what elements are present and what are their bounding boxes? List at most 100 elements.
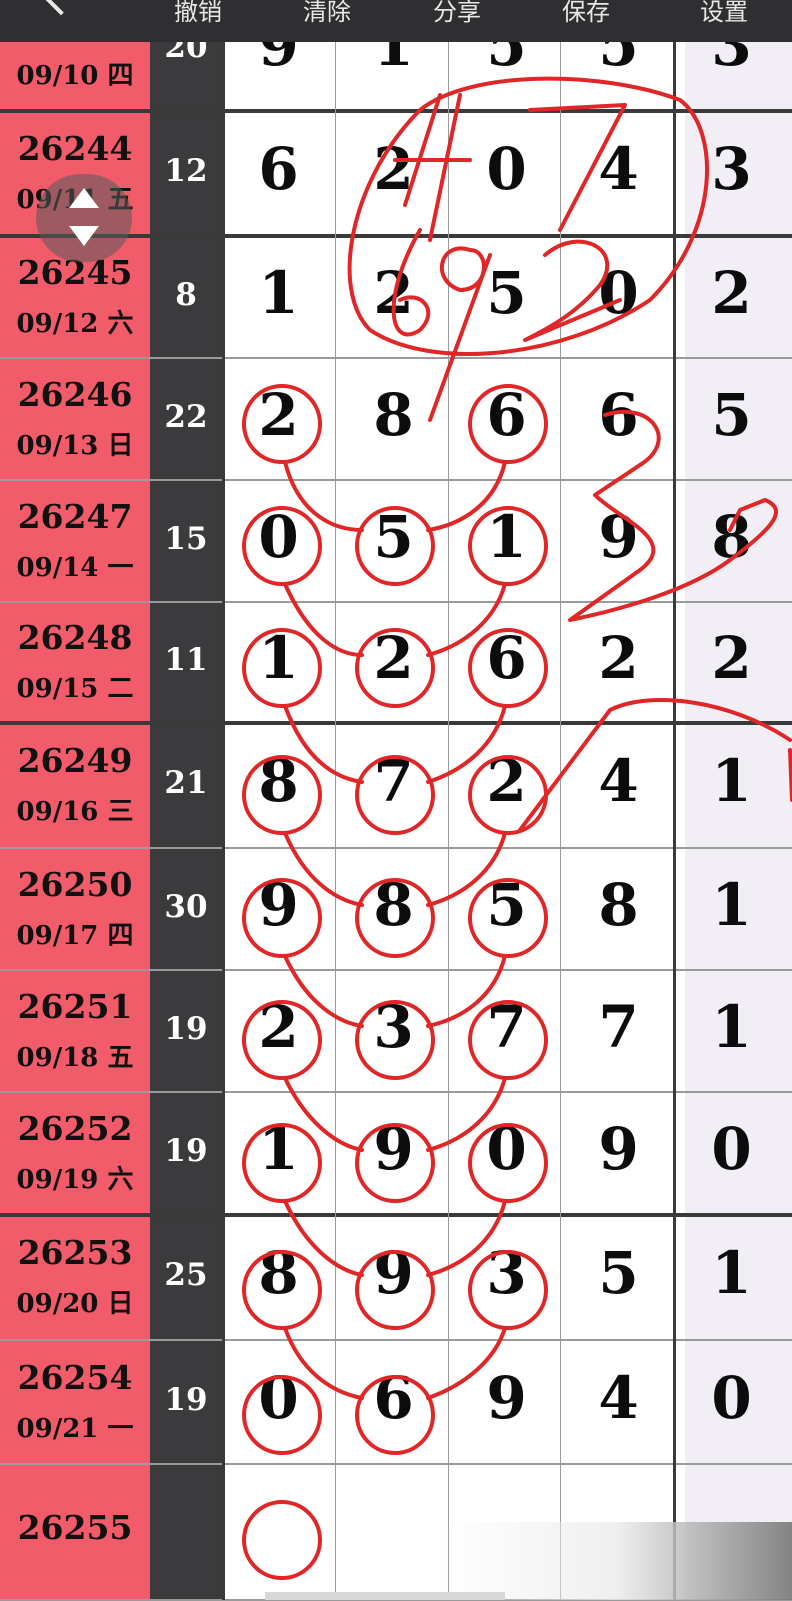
- share-button[interactable]: 分享: [417, 0, 497, 30]
- undo-button[interactable]: 撤销: [158, 0, 238, 30]
- digit-cell-4[interactable]: 5: [562, 1239, 675, 1307]
- digit-cell-4[interactable]: 4: [562, 1364, 675, 1432]
- digit-cell-2[interactable]: 6: [337, 1364, 450, 1432]
- digit-cell-3[interactable]: 0: [450, 1115, 563, 1183]
- issue-date: 09/20 日: [16, 1289, 134, 1319]
- issue-number: 26253: [17, 1233, 133, 1272]
- digit-cell-2[interactable]: 2: [337, 259, 450, 327]
- digit-cell-3[interactable]: 7: [450, 993, 563, 1061]
- digit-cell-3[interactable]: 9: [450, 1364, 563, 1432]
- digit-cell-2[interactable]: 2: [337, 624, 450, 692]
- digit-sum: 25: [164, 1257, 208, 1293]
- digit-cell-4[interactable]: 9: [562, 1115, 675, 1183]
- digit-cell-2[interactable]: 9: [337, 1239, 450, 1307]
- issue-number: 26252: [17, 1109, 133, 1148]
- home-indicator: [265, 1592, 505, 1600]
- issue-date: 09/14 一: [16, 553, 134, 583]
- digit-cell-5[interactable]: 2: [678, 259, 785, 327]
- digit-cell-5[interactable]: 0: [678, 1115, 785, 1183]
- digit-sum: 30: [164, 889, 208, 925]
- column-divider: [560, 0, 561, 1600]
- issue-date: 09/18 五: [16, 1043, 134, 1073]
- digit-cell-5[interactable]: 1: [678, 871, 785, 939]
- digit-cell-1[interactable]: 8: [222, 1239, 335, 1307]
- issue-date: 09/16 三: [16, 797, 134, 827]
- digit-cell-5[interactable]: 3: [678, 135, 785, 203]
- issue-number: 26251: [17, 987, 133, 1026]
- digit-cell-5[interactable]: 1: [678, 1239, 785, 1307]
- scroll-down-arrow-icon[interactable]: [69, 226, 99, 246]
- digit-cell-1[interactable]: 0: [222, 503, 335, 571]
- digit-sum: 19: [164, 1133, 208, 1169]
- digit-cell-1[interactable]: 1: [222, 624, 335, 692]
- digit-cell-5[interactable]: 5: [678, 381, 785, 449]
- digit-sum: 11: [164, 642, 208, 678]
- issue-date: 09/13 日: [16, 431, 134, 461]
- digit-cell-1[interactable]: 9: [222, 871, 335, 939]
- digit-cell-3[interactable]: 3: [450, 1239, 563, 1307]
- issue-number: 26247: [17, 497, 133, 536]
- digit-cell-4[interactable]: 7: [562, 993, 675, 1061]
- digit-sum: 19: [164, 1011, 208, 1047]
- issue-number: 26254: [17, 1358, 133, 1397]
- digit-cell-4[interactable]: 4: [562, 135, 675, 203]
- back-arrow-icon[interactable]: [42, 0, 80, 16]
- issue-number: 26249: [17, 741, 133, 780]
- digit-cell-3[interactable]: 6: [450, 624, 563, 692]
- digit-cell-5[interactable]: 0: [678, 1364, 785, 1432]
- digit-cell-5[interactable]: 1: [678, 747, 785, 815]
- issue-number: 26248: [17, 618, 133, 657]
- digit-cell-1[interactable]: 8: [222, 747, 335, 815]
- digit-cell-4[interactable]: 6: [562, 381, 675, 449]
- digit-sum: 19: [164, 1382, 208, 1418]
- digit-cell-1[interactable]: 2: [222, 993, 335, 1061]
- issue-date: 09/15 二: [16, 674, 134, 704]
- digit-cell-1[interactable]: 6: [222, 135, 335, 203]
- issue-number: 26250: [17, 865, 133, 904]
- digit-cell-2[interactable]: 7: [337, 747, 450, 815]
- digit-cell-1[interactable]: 0: [222, 1364, 335, 1432]
- digit-cell-2[interactable]: 2: [337, 135, 450, 203]
- digit-cell-4[interactable]: 0: [562, 259, 675, 327]
- save-button[interactable]: 保存: [546, 0, 626, 30]
- digit-cell-3[interactable]: 5: [450, 871, 563, 939]
- scroll-control[interactable]: [36, 174, 132, 262]
- digit-cell-4[interactable]: 9: [562, 503, 675, 571]
- digit-cell-3[interactable]: 5: [450, 259, 563, 327]
- digit-cell-4[interactable]: 2: [562, 624, 675, 692]
- settings-button[interactable]: 设置: [684, 0, 764, 30]
- digit-sum: 21: [164, 765, 208, 801]
- digit-cell-2[interactable]: 5: [337, 503, 450, 571]
- screen-edge-shadow: [440, 1522, 792, 1600]
- digit-cell-4[interactable]: 8: [562, 871, 675, 939]
- digit-sum: 22: [164, 399, 208, 435]
- issue-date: 09/17 四: [16, 921, 134, 951]
- digit-cell-2[interactable]: 3: [337, 993, 450, 1061]
- column-divider: [673, 0, 676, 1600]
- digit-cell-5[interactable]: 8: [678, 503, 785, 571]
- digit-cell-2[interactable]: 8: [337, 871, 450, 939]
- clear-button[interactable]: 清除: [287, 0, 367, 30]
- issue-date: 09/21 一: [16, 1414, 134, 1444]
- digit-cell-3[interactable]: 1: [450, 503, 563, 571]
- column-divider: [222, 0, 225, 1600]
- digit-cell-1[interactable]: 1: [222, 1115, 335, 1183]
- top-toolbar: 撤销 清除 分享 保存 设置: [0, 0, 792, 42]
- digit-cell-3[interactable]: 2: [450, 747, 563, 815]
- issue-number: 26244: [17, 128, 133, 168]
- digit-cell-3[interactable]: 6: [450, 381, 563, 449]
- digit-cell-2[interactable]: 9: [337, 1115, 450, 1183]
- column-divider: [448, 0, 449, 1600]
- digit-cell-4[interactable]: 4: [562, 747, 675, 815]
- issue-date: 09/12 六: [16, 308, 134, 339]
- digit-cell-5[interactable]: 1: [678, 993, 785, 1061]
- digit-cell-5[interactable]: 2: [678, 624, 785, 692]
- issue-date: 09/19 六: [16, 1165, 134, 1195]
- digit-cell-3[interactable]: 0: [450, 135, 563, 203]
- digit-cell-1[interactable]: 2: [222, 381, 335, 449]
- scroll-up-arrow-icon[interactable]: [69, 188, 99, 208]
- issue-number: 26246: [17, 375, 133, 414]
- digit-sum: 8: [175, 276, 197, 313]
- digit-cell-1[interactable]: 1: [222, 259, 335, 327]
- digit-cell-2[interactable]: 8: [337, 381, 450, 449]
